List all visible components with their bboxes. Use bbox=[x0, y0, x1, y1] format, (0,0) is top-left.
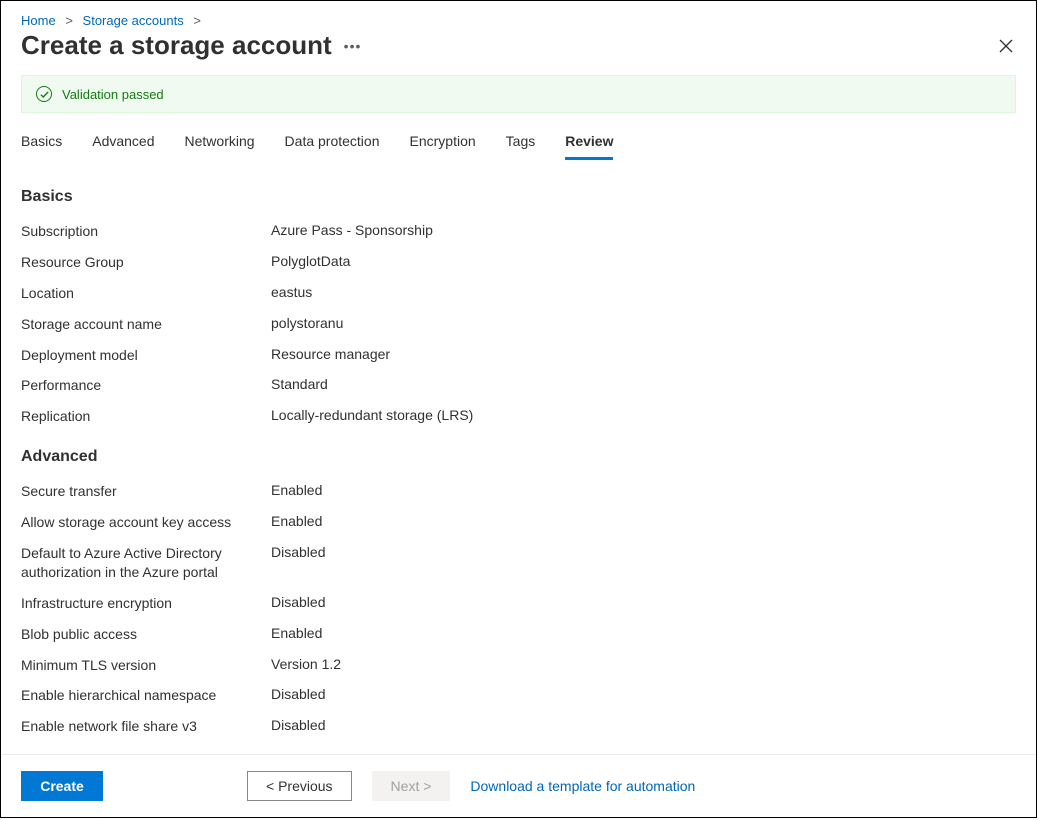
kv-row: Enable network file share v3 Disabled bbox=[21, 717, 1016, 736]
kv-label: Allow storage account key access bbox=[21, 513, 271, 532]
tab-encryption[interactable]: Encryption bbox=[410, 127, 476, 160]
breadcrumb-storage-accounts[interactable]: Storage accounts bbox=[83, 13, 184, 28]
kv-row: Minimum TLS version Version 1.2 bbox=[21, 656, 1016, 675]
kv-row: Location eastus bbox=[21, 284, 1016, 303]
kv-row: Infrastructure encryption Disabled bbox=[21, 594, 1016, 613]
kv-row: Blob public access Enabled bbox=[21, 625, 1016, 644]
kv-value: Disabled bbox=[271, 686, 325, 702]
kv-value: Resource manager bbox=[271, 346, 390, 362]
tab-basics[interactable]: Basics bbox=[21, 127, 62, 160]
create-button[interactable]: Create bbox=[21, 771, 103, 801]
section-heading-basics: Basics bbox=[21, 188, 1016, 206]
kv-label: Minimum TLS version bbox=[21, 656, 271, 675]
kv-row: Default to Azure Active Directory author… bbox=[21, 544, 1016, 582]
kv-row: Deployment model Resource manager bbox=[21, 346, 1016, 365]
previous-button[interactable]: < Previous bbox=[247, 771, 352, 801]
kv-label: Replication bbox=[21, 407, 271, 426]
kv-row: Enable hierarchical namespace Disabled bbox=[21, 686, 1016, 705]
kv-label: Enable network file share v3 bbox=[21, 717, 271, 736]
kv-value: Disabled bbox=[271, 594, 325, 610]
kv-label: Secure transfer bbox=[21, 482, 271, 501]
download-template-link[interactable]: Download a template for automation bbox=[470, 778, 695, 794]
next-button: Next > bbox=[372, 771, 451, 801]
more-icon[interactable]: ••• bbox=[344, 38, 362, 54]
page-title: Create a storage account bbox=[21, 30, 332, 61]
close-icon bbox=[999, 39, 1013, 53]
review-content[interactable]: Basics Subscription Azure Pass - Sponsor… bbox=[1, 160, 1036, 754]
validation-text: Validation passed bbox=[62, 87, 164, 102]
kv-label: Blob public access bbox=[21, 625, 271, 644]
kv-value: Disabled bbox=[271, 544, 325, 560]
kv-row: Allow storage account key access Enabled bbox=[21, 513, 1016, 532]
kv-label: Deployment model bbox=[21, 346, 271, 365]
kv-label: Infrastructure encryption bbox=[21, 594, 271, 613]
check-circle-icon bbox=[36, 86, 52, 102]
kv-label: Enable hierarchical namespace bbox=[21, 686, 271, 705]
chevron-right-icon: > bbox=[65, 13, 73, 28]
validation-banner: Validation passed bbox=[21, 75, 1016, 113]
kv-row: Secure transfer Enabled bbox=[21, 482, 1016, 501]
kv-row: Resource Group PolyglotData bbox=[21, 253, 1016, 272]
tab-tags[interactable]: Tags bbox=[506, 127, 536, 160]
kv-value: polystoranu bbox=[271, 315, 343, 331]
tab-data-protection[interactable]: Data protection bbox=[285, 127, 380, 160]
kv-row: Replication Locally-redundant storage (L… bbox=[21, 407, 1016, 426]
kv-value: Enabled bbox=[271, 625, 322, 641]
kv-value: eastus bbox=[271, 284, 312, 300]
kv-label: Performance bbox=[21, 376, 271, 395]
close-button[interactable] bbox=[996, 36, 1016, 56]
tabs: Basics Advanced Networking Data protecti… bbox=[1, 127, 1036, 160]
kv-label: Resource Group bbox=[21, 253, 271, 272]
kv-label: Default to Azure Active Directory author… bbox=[21, 544, 271, 582]
section-heading-advanced: Advanced bbox=[21, 448, 1016, 466]
chevron-right-icon: > bbox=[193, 13, 201, 28]
kv-row: Subscription Azure Pass - Sponsorship bbox=[21, 222, 1016, 241]
breadcrumb-home[interactable]: Home bbox=[21, 13, 56, 28]
kv-value: Azure Pass - Sponsorship bbox=[271, 222, 433, 238]
kv-label: Storage account name bbox=[21, 315, 271, 334]
kv-value: Version 1.2 bbox=[271, 656, 341, 672]
tab-review[interactable]: Review bbox=[565, 127, 613, 160]
kv-label: Location bbox=[21, 284, 271, 303]
tab-networking[interactable]: Networking bbox=[185, 127, 255, 160]
kv-row: Performance Standard bbox=[21, 376, 1016, 395]
kv-label: Subscription bbox=[21, 222, 271, 241]
tab-advanced[interactable]: Advanced bbox=[92, 127, 154, 160]
kv-value: Enabled bbox=[271, 482, 322, 498]
kv-value: Disabled bbox=[271, 717, 325, 733]
kv-value: Locally-redundant storage (LRS) bbox=[271, 407, 473, 423]
kv-value: Standard bbox=[271, 376, 328, 392]
footer: Create < Previous Next > Download a temp… bbox=[1, 754, 1036, 817]
kv-value: Enabled bbox=[271, 513, 322, 529]
kv-row: Storage account name polystoranu bbox=[21, 315, 1016, 334]
kv-value: PolyglotData bbox=[271, 253, 350, 269]
breadcrumb: Home > Storage accounts > bbox=[1, 1, 1036, 30]
